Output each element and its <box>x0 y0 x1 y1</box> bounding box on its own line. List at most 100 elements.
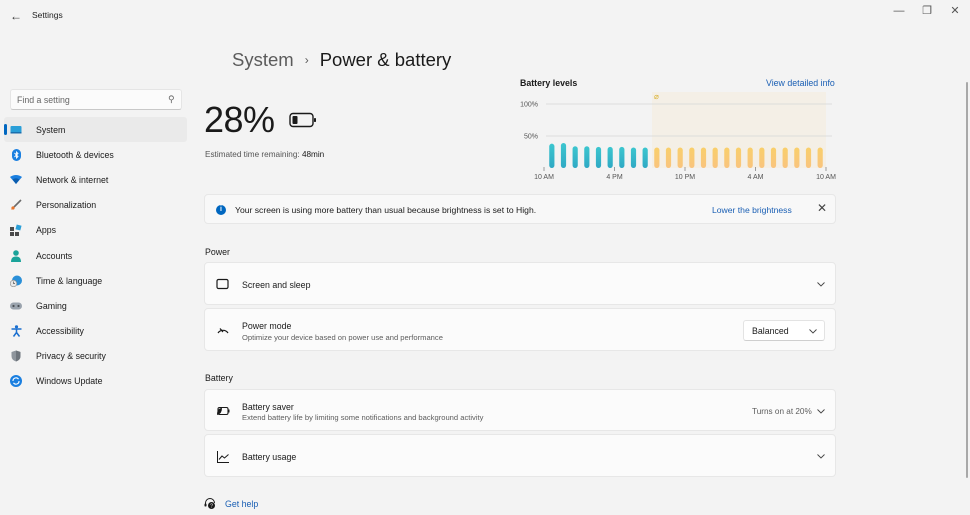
app-title: Settings <box>32 10 63 20</box>
accessibility-icon <box>10 325 22 338</box>
get-help-link[interactable]: ? Get help <box>204 498 258 510</box>
sidebar-item-bluetooth[interactable]: Bluetooth & devices <box>4 142 187 167</box>
x-tick-label: 10 PM <box>675 174 695 181</box>
close-window-button[interactable]: ✕ <box>942 3 968 19</box>
lower-brightness-link[interactable]: Lower the brightness <box>712 205 792 215</box>
battery-saver-subtitle: Extend battery life by limiting some not… <box>242 413 484 422</box>
page-title: Power & battery <box>319 49 452 70</box>
sidebar-nav: System Bluetooth & devices Network & int… <box>4 117 187 394</box>
leaf-icon: ⌀ <box>654 92 659 101</box>
screen-sleep-icon <box>216 278 229 291</box>
line-chart-icon <box>217 451 229 463</box>
get-help-label: Get help <box>225 499 259 509</box>
bar-charging <box>595 146 602 168</box>
bar-on-battery <box>747 147 753 168</box>
sidebar-item-network[interactable]: Network & internet <box>4 167 187 192</box>
bar-on-battery <box>735 147 742 168</box>
system-icon <box>10 124 22 136</box>
screen-and-sleep-row[interactable]: Screen and sleep <box>204 262 836 305</box>
power-mode-row: Power mode Optimize your device based on… <box>204 308 836 351</box>
y-tick-label: 50% <box>524 134 538 141</box>
sidebar-item-personalization[interactable]: Personalization <box>4 193 187 218</box>
title-bar: ← Settings — ❐ ✕ <box>0 0 970 30</box>
battery-saver-icon <box>217 406 230 416</box>
sidebar-item-label: Network & internet <box>36 174 109 185</box>
maximize-button[interactable]: ❐ <box>914 3 940 19</box>
sidebar-item-label: Bluetooth & devices <box>36 149 114 160</box>
back-button[interactable]: ← <box>8 8 24 24</box>
y-tick-label: 100% <box>520 102 538 109</box>
wifi-icon <box>10 174 22 186</box>
bar-on-battery <box>700 147 707 168</box>
brush-icon <box>10 199 22 211</box>
notice-close-button[interactable]: ✕ <box>817 201 827 215</box>
bar-on-battery <box>712 147 718 168</box>
estimated-time-value: 48min <box>301 150 325 159</box>
battery-usage-row[interactable]: Battery usage <box>204 434 836 477</box>
battery-fill <box>292 116 298 124</box>
sidebar-item-privacy[interactable]: Privacy & security <box>4 344 187 369</box>
breadcrumb: System › Power & battery <box>232 49 451 71</box>
sidebar-item-system[interactable]: System <box>4 117 187 143</box>
info-icon: i <box>216 205 226 215</box>
bar-charging <box>560 143 567 168</box>
power-mode-dropdown[interactable]: Balanced <box>743 320 825 341</box>
x-tick-label: 4 AM <box>748 174 764 181</box>
view-detailed-info-link[interactable]: View detailed info <box>766 78 835 88</box>
account-icon <box>10 249 22 262</box>
update-icon <box>10 375 22 388</box>
bar-on-battery <box>724 147 730 168</box>
battery-usage-title: Battery usage <box>242 452 297 462</box>
chevron-down-icon[interactable] <box>816 451 826 461</box>
shield-icon <box>10 350 22 362</box>
bluetooth-icon <box>10 148 22 161</box>
bar-on-battery <box>794 147 800 168</box>
breadcrumb-separator: › <box>304 53 309 67</box>
power-mode-selected: Balanced <box>752 326 789 336</box>
sidebar-item-label: Accounts <box>36 250 73 261</box>
globe-clock-icon <box>10 275 22 287</box>
battery-percent: 28% <box>204 99 275 140</box>
minimize-button[interactable]: — <box>886 3 912 19</box>
gamepad-icon <box>10 300 22 312</box>
bar-charging <box>630 147 637 168</box>
search-box: ⚲ <box>10 89 182 110</box>
bar-charging <box>607 146 613 168</box>
sidebar-item-label: System <box>36 124 66 135</box>
search-input[interactable] <box>11 90 161 109</box>
battery-saver-status: Turns on at 20% <box>752 407 812 416</box>
x-tick-label: 10 AM <box>816 174 836 181</box>
sidebar-item-label: Privacy & security <box>36 351 106 362</box>
sidebar-item-accounts[interactable]: Accounts <box>4 243 187 268</box>
sidebar-item-gaming[interactable]: Gaming <box>4 293 187 318</box>
bar-on-battery <box>689 147 695 168</box>
battery-levels-chart: ⌀ 100% 50% 10 AM 4 PM 10 PM 4 AM 10 AM <box>520 92 836 181</box>
chevron-down-icon[interactable] <box>816 279 826 289</box>
screen-and-sleep-title: Screen and sleep <box>242 280 311 290</box>
power-heading: Power <box>205 247 230 257</box>
chevron-down-icon <box>809 329 817 334</box>
sidebar-item-time-language[interactable]: Time & language <box>4 268 187 293</box>
back-arrow-icon: ← <box>10 9 22 23</box>
power-mode-title: Power mode <box>242 321 292 331</box>
scrollbar[interactable] <box>966 82 968 478</box>
bar-charging <box>572 146 578 168</box>
notice-text: Your screen is using more battery than u… <box>235 205 537 215</box>
battery-saver-row[interactable]: Battery saver Extend battery life by lim… <box>204 389 836 431</box>
search-icon[interactable]: ⚲ <box>168 94 175 105</box>
chevron-down-icon[interactable] <box>816 406 826 416</box>
x-tick-label: 10 AM <box>534 174 554 181</box>
sidebar-item-windows-update[interactable]: Windows Update <box>4 369 187 394</box>
battery-icon <box>289 112 316 128</box>
battery-heading: Battery <box>205 373 233 383</box>
bar-charging <box>642 147 648 168</box>
bar-on-battery <box>782 147 788 168</box>
power-mode-subtitle: Optimize your device based on power use … <box>242 333 443 342</box>
sidebar-item-apps[interactable]: Apps <box>4 218 187 243</box>
bar-charging <box>549 143 555 168</box>
sidebar-item-accessibility[interactable]: Accessibility <box>4 319 187 344</box>
bar-on-battery <box>805 147 812 168</box>
sidebar-item-label: Accessibility <box>36 326 84 337</box>
breadcrumb-parent[interactable]: System <box>232 49 294 71</box>
battery-saver-title: Battery saver <box>242 402 294 412</box>
